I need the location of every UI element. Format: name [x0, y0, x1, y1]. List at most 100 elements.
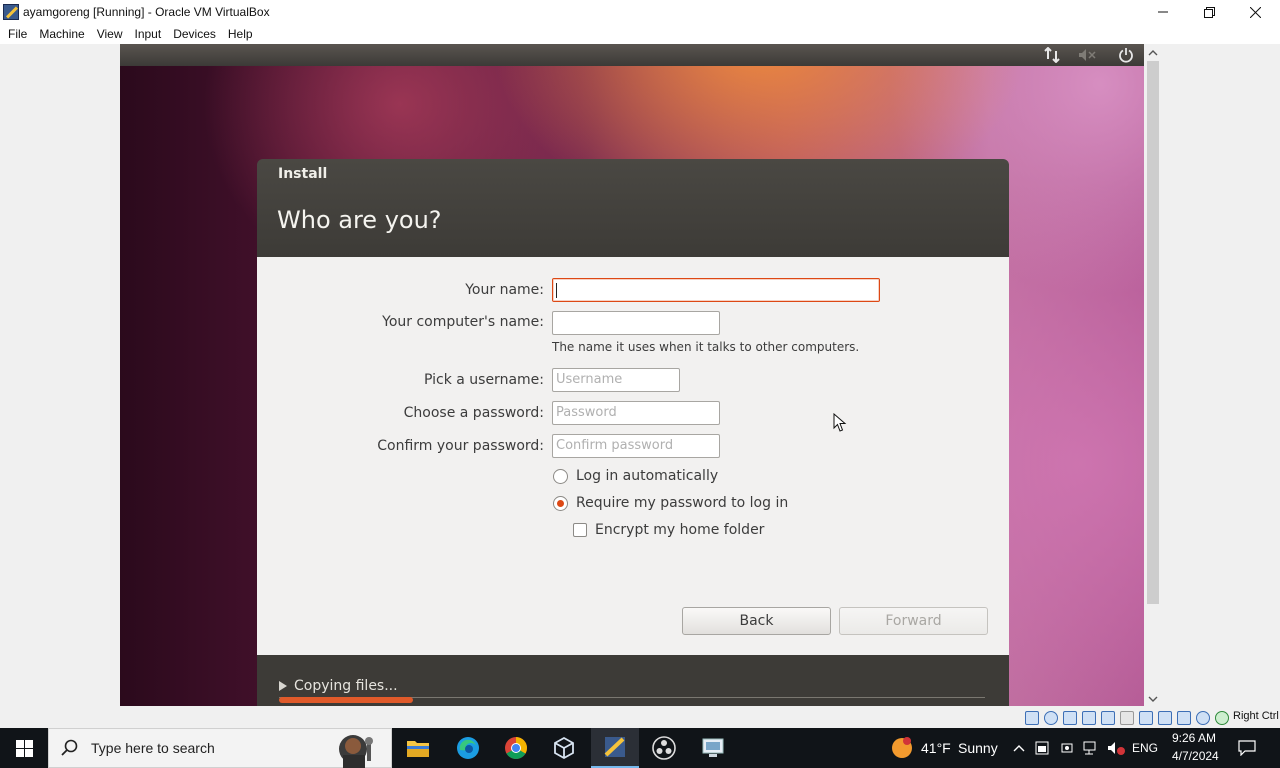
mouse-integration-status-icon[interactable]	[1196, 711, 1210, 725]
virtualbox-vm-taskbar-button[interactable]	[591, 728, 639, 768]
username-input[interactable]: Username	[552, 368, 680, 392]
computer-name-label: Your computer's name:	[382, 314, 544, 330]
edge-taskbar-button[interactable]	[444, 728, 492, 768]
keyboard-capture-status-icon[interactable]	[1215, 711, 1229, 725]
network-tray-icon[interactable]	[1083, 741, 1099, 755]
chrome-icon	[505, 737, 527, 759]
scrollbar-thumb[interactable]	[1147, 61, 1159, 604]
login-automatically-option[interactable]: Log in automatically	[553, 468, 718, 484]
volume-muted-icon[interactable]	[1078, 47, 1096, 63]
scroll-down-icon[interactable]	[1148, 694, 1158, 704]
computer-name-input[interactable]	[552, 311, 720, 335]
taskbar: Type here to search 41°F Sunny ENG 9:26 …	[0, 728, 1280, 768]
menu-devices[interactable]: Devices	[167, 24, 222, 44]
windows-logo-icon	[15, 739, 33, 757]
installer-window-label: Install	[278, 166, 328, 182]
virtualbox-cube-icon	[554, 736, 574, 760]
power-icon[interactable]	[1117, 47, 1135, 63]
menu-input[interactable]: Input	[129, 24, 168, 44]
input-language[interactable]: ENG	[1132, 741, 1158, 755]
speaker-muted-icon[interactable]	[1107, 741, 1125, 755]
password-input[interactable]: Password	[552, 401, 720, 425]
chrome-taskbar-button[interactable]	[492, 728, 540, 768]
menu-bar: File Machine View Input Devices Help	[0, 24, 1280, 44]
installer-header: Install Who are you?	[257, 159, 1009, 257]
encrypt-home-checkbox[interactable]	[573, 523, 587, 537]
close-icon	[1249, 6, 1261, 18]
vm-viewport: Install Who are you? Your name: Your com…	[0, 44, 1280, 708]
start-button[interactable]	[0, 728, 48, 768]
search-highlight-illustration	[339, 735, 373, 768]
require-password-radio[interactable]	[553, 495, 568, 511]
close-button[interactable]	[1232, 0, 1278, 24]
hard-disk-status-icon[interactable]	[1025, 711, 1039, 725]
vm-guest-screen[interactable]: Install Who are you? Your name: Your com…	[120, 44, 1144, 706]
viewport-scrollbar[interactable]	[1144, 44, 1162, 706]
audio-status-icon[interactable]	[1063, 711, 1077, 725]
menu-help[interactable]: Help	[222, 24, 259, 44]
battery-icon[interactable]	[1035, 741, 1049, 755]
computer-name-hint: The name it uses when it talks to other …	[552, 340, 860, 354]
webcam-icon[interactable]	[1060, 741, 1074, 755]
display-status-icon[interactable]	[1139, 711, 1153, 725]
your-name-label: Your name:	[465, 282, 544, 298]
require-password-label: Require my password to log in	[576, 495, 789, 511]
require-password-option[interactable]: Require my password to log in	[553, 495, 788, 511]
recording-status-icon[interactable]	[1158, 711, 1172, 725]
vbox-status-bar: Right Ctrl	[0, 708, 1280, 728]
confirm-password-input[interactable]: Confirm password	[552, 434, 720, 458]
encrypt-home-label: Encrypt my home folder	[595, 522, 765, 538]
login-automatically-label: Log in automatically	[576, 468, 719, 484]
menu-view[interactable]: View	[91, 24, 129, 44]
virtualbox-vm-icon	[604, 737, 625, 757]
remote-desktop-icon	[702, 738, 724, 757]
remote-desktop-taskbar-button[interactable]	[689, 728, 737, 768]
shared-folders-status-icon[interactable]	[1120, 711, 1134, 725]
weather-sun-icon	[892, 737, 912, 758]
menu-machine[interactable]: Machine	[33, 24, 90, 44]
forward-button[interactable]: Forward	[839, 607, 988, 635]
installer-window: Install Who are you? Your name: Your com…	[257, 159, 1009, 706]
virtualbox-app-icon	[3, 4, 19, 20]
encrypt-home-option[interactable]: Encrypt my home folder	[573, 522, 764, 538]
optical-drive-status-icon[interactable]	[1044, 711, 1058, 725]
screen: ayamgoreng [Running] - Oracle VM Virtual…	[0, 0, 1280, 768]
expand-triangle-icon	[279, 681, 287, 691]
obs-icon	[652, 736, 676, 760]
mouse-pointer-icon	[833, 413, 847, 432]
title-bar: ayamgoreng [Running] - Oracle VM Virtual…	[0, 0, 1280, 24]
edge-icon	[457, 737, 479, 759]
window-title: ayamgoreng [Running] - Oracle VM Virtual…	[23, 5, 270, 19]
weather-condition[interactable]: Sunny	[958, 740, 998, 756]
confirm-password-label: Confirm your password:	[377, 438, 544, 454]
back-button[interactable]: Back	[682, 607, 831, 635]
virtualbox-manager-taskbar-button[interactable]	[540, 728, 588, 768]
network-icon[interactable]	[1043, 47, 1061, 63]
vt-x-status-icon[interactable]	[1177, 711, 1191, 725]
show-hidden-icons-icon[interactable]	[1013, 744, 1025, 752]
your-name-input[interactable]	[552, 278, 880, 302]
clock-date[interactable]: 4/7/2024	[1172, 749, 1219, 763]
taskbar-search[interactable]: Type here to search	[48, 728, 392, 768]
folder-icon	[407, 741, 429, 757]
text-caret	[556, 283, 557, 298]
clock-time[interactable]: 9:26 AM	[1172, 731, 1216, 745]
progress-label: Copying files...	[294, 678, 398, 694]
obs-taskbar-button[interactable]	[640, 728, 688, 768]
usb-status-icon[interactable]	[1101, 711, 1115, 725]
installer-footer: Copying files...	[257, 655, 1009, 706]
progress-bar	[279, 697, 413, 703]
scroll-up-icon[interactable]	[1148, 48, 1158, 58]
menu-file[interactable]: File	[2, 24, 33, 44]
search-placeholder: Type here to search	[91, 740, 215, 756]
file-explorer-taskbar-button[interactable]	[394, 728, 442, 768]
notification-center-icon[interactable]	[1238, 740, 1256, 756]
minimize-button[interactable]	[1140, 0, 1186, 24]
network-status-icon[interactable]	[1082, 711, 1096, 725]
guest-top-panel	[120, 44, 1144, 66]
restore-button[interactable]	[1186, 0, 1232, 24]
progress-expander[interactable]: Copying files...	[279, 678, 398, 694]
username-label: Pick a username:	[423, 372, 544, 388]
weather-temperature[interactable]: 41°F	[921, 740, 951, 756]
login-automatically-radio[interactable]	[553, 468, 568, 484]
